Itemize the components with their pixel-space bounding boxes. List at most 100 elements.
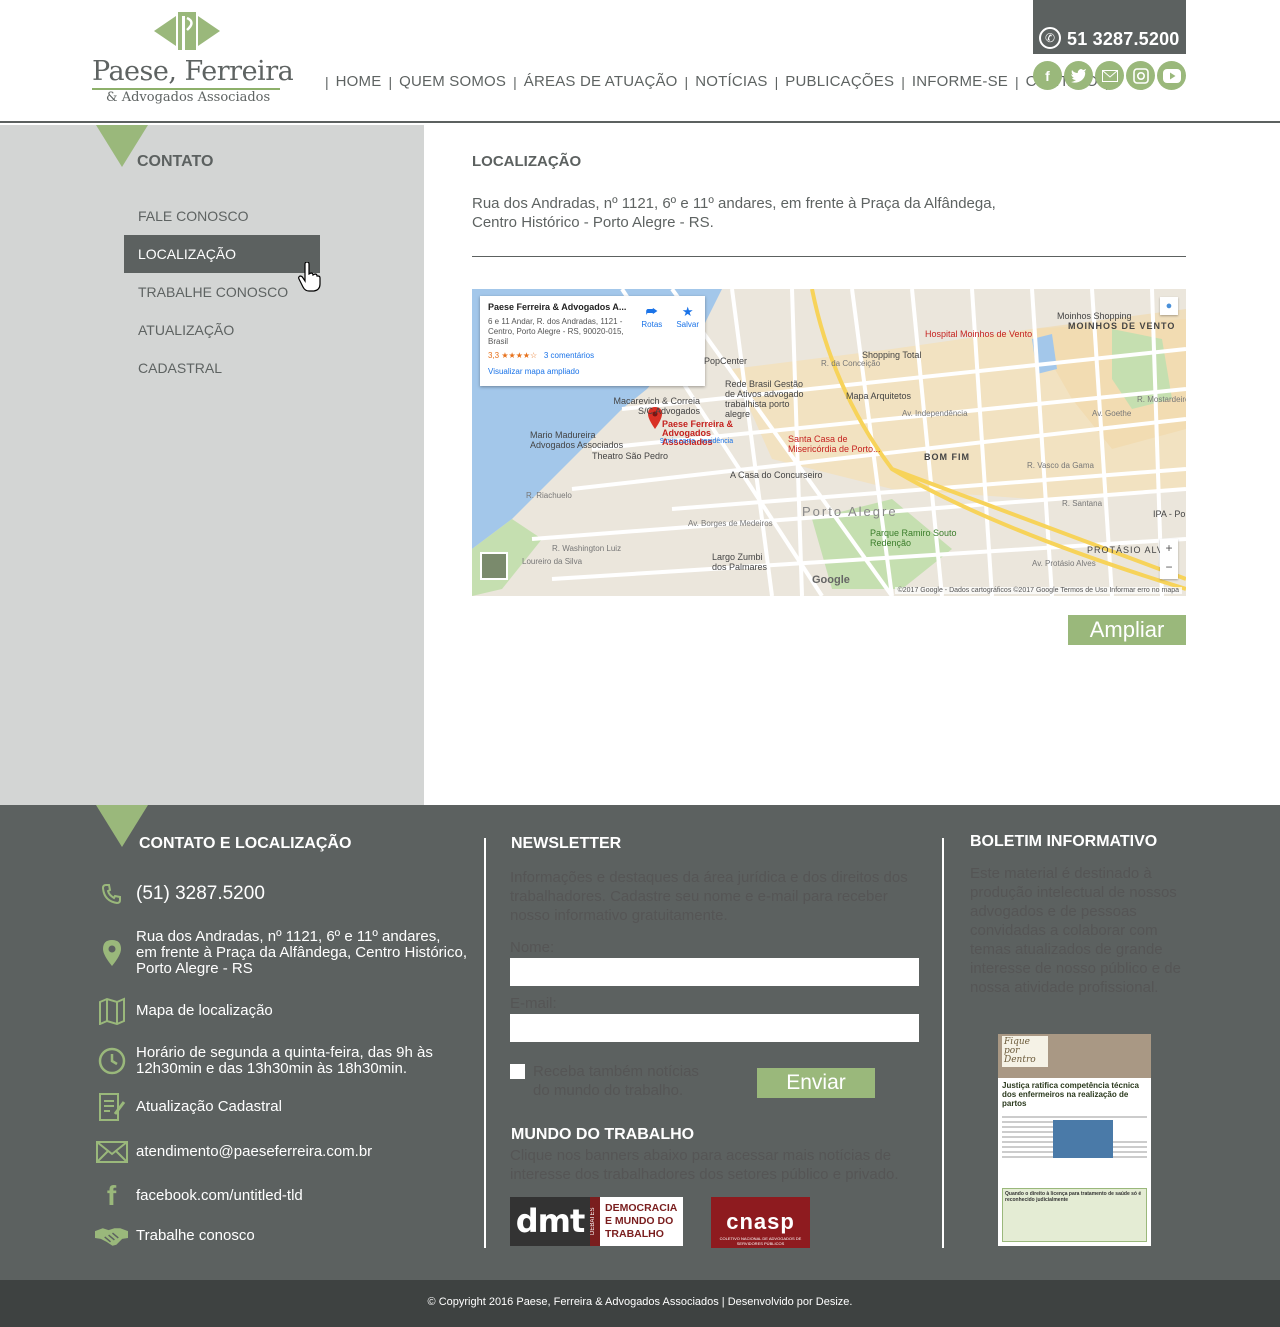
map-save-button[interactable]: ★ Salvar — [676, 304, 699, 329]
page-title: LOCALIZAÇÃO — [472, 153, 582, 170]
phone-icon: ✆ — [1039, 27, 1061, 49]
email-icon[interactable] — [1095, 61, 1124, 90]
nav-areas-de-atuacao[interactable]: ÁREAS DE ATUAÇÃO — [524, 73, 678, 90]
street-view-icon[interactable]: ● — [1160, 297, 1178, 315]
location-address: Rua dos Andradas, nº 1121, 6º e 11º anda… — [472, 194, 1032, 232]
footer-update-link[interactable]: Atualização Cadastral — [95, 1092, 282, 1122]
main-nav: | HOME | QUEM SOMOS | ÁREAS DE ATUAÇÃO |… — [325, 73, 1109, 90]
nav-home[interactable]: HOME — [336, 73, 382, 90]
footer-address: Rua dos Andradas, nº 1121, 6º e 11º anda… — [95, 929, 467, 977]
form-edit-icon — [95, 1092, 128, 1122]
footer-hours: Horário de segunda a quinta-feira, das 9… — [95, 1045, 433, 1077]
map-larger-link[interactable]: Visualizar mapa ampliado — [488, 367, 697, 376]
bulletin-cover-photo — [1053, 1120, 1113, 1158]
map-label: Rede Brasil Gestão de Ativos advogado tr… — [725, 379, 804, 419]
map-street-label: Av. Borges de Medeiros — [688, 519, 773, 528]
footer-divider — [484, 838, 486, 1248]
cnasp-logo: cnasp — [726, 1209, 795, 1234]
sidebar-item-fale-conosco[interactable]: FALE CONOSCO — [124, 197, 320, 235]
footer-map-link[interactable]: Mapa de localização — [95, 997, 273, 1025]
map-street-label: Av. Protásio Alves — [1032, 559, 1096, 568]
email-input[interactable] — [510, 1014, 919, 1042]
site-header: Paese, Ferreira & Advogados Associados |… — [0, 0, 1280, 123]
map-street-label: Loureiro da Silva — [522, 557, 583, 566]
facebook-icon[interactable]: f — [1033, 61, 1062, 90]
map-label: Mario Madureira Advogados Associados — [530, 430, 624, 450]
cnasp-subtitle: COLETIVO NACIONAL DE ADVOGADOS DE SERVID… — [719, 1236, 802, 1246]
location-address-line2: Centro Histórico - Porto Alegre - RS. — [472, 214, 714, 231]
directions-icon: ⮫ — [645, 304, 658, 319]
footer-phone[interactable]: (51) 3287.5200 — [95, 882, 265, 906]
footer-email[interactable]: atendimento@paeseferreira.com.br — [95, 1141, 372, 1163]
map-embed[interactable]: Paese Ferreira & Advogados A... 6 e 11 A… — [472, 289, 1186, 596]
star-icon: ★ — [681, 304, 694, 319]
header-phone[interactable]: ✆ 51 3287.5200 — [1033, 0, 1186, 54]
bulletin-cover-image[interactable]: Fique por Dentro Justiça ratifica compet… — [998, 1034, 1151, 1246]
youtube-icon[interactable] — [1157, 61, 1186, 90]
contact-section-title: CONTATO E LOCALIZAÇÃO — [139, 835, 352, 852]
handshake-icon — [95, 1225, 128, 1247]
sidebar-item-atualizacao-cadastral[interactable]: ATUALIZAÇÃO CADASTRAL — [124, 311, 320, 376]
sidebar-title: CONTATO — [137, 153, 214, 170]
map-attribution[interactable]: ©2017 Google - Dados cartográficos ©2017… — [894, 587, 1182, 594]
map-label: PopCenter — [704, 356, 748, 366]
map-street-label: R. Riachuelo — [526, 491, 572, 500]
nav-quem-somos[interactable]: QUEM SOMOS — [399, 73, 506, 90]
nav-noticias[interactable]: NOTÍCIAS — [695, 73, 767, 90]
sidebar-item-localizacao[interactable]: LOCALIZAÇÃO — [124, 235, 320, 273]
phone-icon — [95, 882, 128, 906]
facebook-icon: f — [106, 1180, 117, 1211]
footer-divider — [942, 838, 944, 1248]
nav-publicacoes[interactable]: PUBLICAÇÕES — [785, 73, 894, 90]
logo[interactable]: Paese, Ferreira & Advogados Associados — [92, 12, 294, 108]
divider — [472, 256, 1186, 257]
map-label: MOINHOS DE VENTO — [1068, 321, 1176, 331]
map-routes-button[interactable]: ⮫ Rotas — [641, 304, 662, 329]
header-phone-number: 51 3287.5200 — [1067, 29, 1180, 49]
logo-mark-icon — [154, 12, 220, 50]
bulletin-title: BOLETIM INFORMATIVO — [970, 833, 1158, 850]
zoom-in-button[interactable]: + — [1160, 539, 1178, 558]
newsletter-checkbox[interactable] — [510, 1064, 525, 1079]
map-icon — [95, 997, 128, 1025]
newsletter-description: Informações e destaques da área jurídica… — [510, 869, 908, 924]
ampliar-button[interactable]: Ampliar — [1068, 615, 1186, 645]
name-input[interactable] — [510, 958, 919, 986]
map-label: Largo Zumbi dos Palmares — [712, 552, 768, 572]
map-street-label: R. Mostardeiro — [1137, 395, 1186, 404]
sidebar-item-trabalhe-conosco[interactable]: TRABALHE CONOSCO — [124, 273, 320, 311]
instagram-icon[interactable] — [1126, 61, 1155, 90]
satellite-toggle[interactable] — [480, 552, 508, 580]
send-button[interactable]: Enviar — [757, 1068, 875, 1098]
map-street-label: R. Washington Luiz — [552, 544, 622, 553]
cnasp-banner[interactable]: cnasp COLETIVO NACIONAL DE ADVOGADOS DE … — [711, 1197, 810, 1248]
footer-work-link[interactable]: Trabalhe conosco — [95, 1225, 255, 1247]
twitter-icon[interactable] — [1064, 61, 1093, 90]
envelope-icon — [95, 1141, 128, 1163]
bulletin-cover-headline: Justiça ratifica competência técnica dos… — [1002, 1081, 1139, 1108]
map-city-label: Porto Alegre — [802, 504, 898, 519]
map-label: Moinhos Shopping — [1057, 311, 1132, 321]
bulletin-cover-name: Fique por Dentro — [1002, 1036, 1048, 1067]
dmt-logo: dmt — [510, 1197, 590, 1246]
newsletter-checkbox-label: Receba também notícias do mundo do traba… — [533, 1063, 699, 1099]
zoom-out-button[interactable]: − — [1160, 558, 1178, 577]
map-label: Mapa Arquitetos — [846, 391, 912, 401]
map-label: Santa Casa de Misericórdia de Porto... — [788, 434, 881, 454]
clock-icon — [95, 1047, 128, 1075]
map-label: PROTÁSIO ALV — [1087, 545, 1164, 555]
google-logo: Google — [812, 574, 850, 586]
map-street-label: R. da Conceição — [821, 359, 881, 368]
footer-facebook[interactable]: f facebook.com/untitled-tld — [95, 1180, 303, 1212]
map-info-reviews-link[interactable]: 3 comentários — [544, 351, 594, 360]
map-label: BOM FIM — [924, 452, 970, 462]
dmt-text: DEMOCRACIA E MUNDO DO TRABALHO — [605, 1202, 678, 1240]
map-label: A Casa do Concurseiro — [730, 470, 823, 480]
map-pin-sublabel: 9 min carro · residência — [660, 438, 734, 445]
dmt-banner[interactable]: dmt DEBATES DEMOCRACIA E MUNDO DO TRABAL… — [510, 1197, 683, 1246]
nav-informe-se[interactable]: INFORME-SE — [912, 73, 1008, 90]
map-street-label: Av. Goethe — [1092, 409, 1132, 418]
map-street-label: R. Vasco da Gama — [1027, 461, 1094, 470]
hand-cursor-icon — [298, 262, 321, 292]
map-label: Macarevich & Correia S/C Advogados — [613, 396, 700, 416]
